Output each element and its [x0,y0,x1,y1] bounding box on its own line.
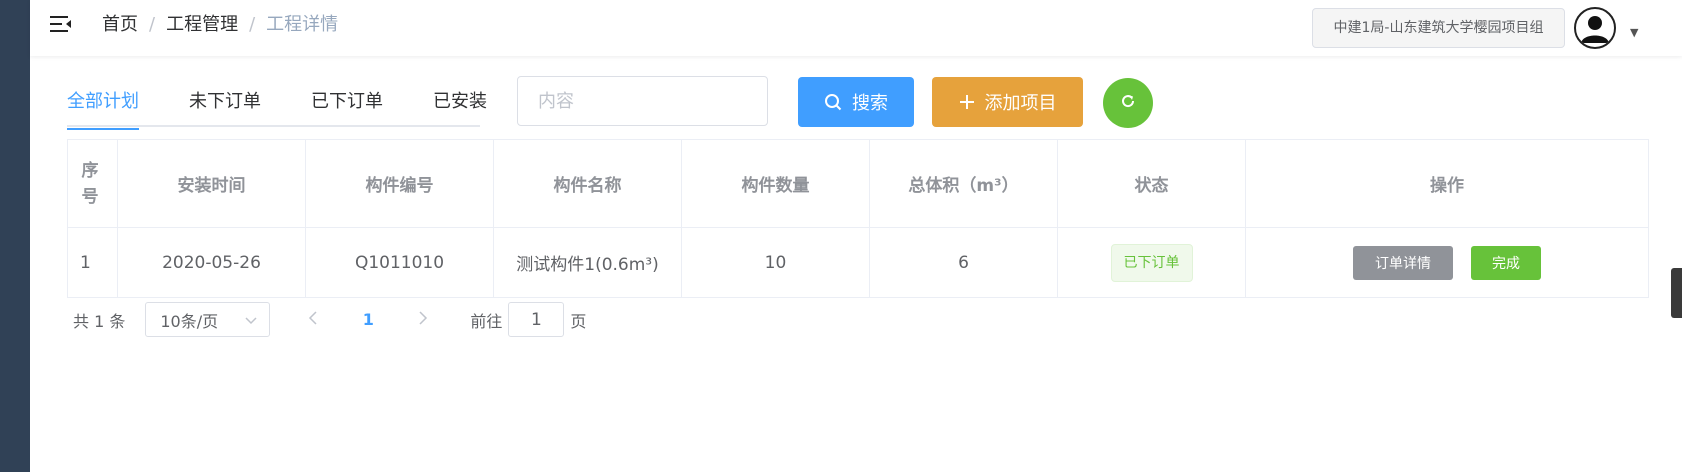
order-detail-button[interactable]: 订单详情 [1353,245,1453,280]
page-number-current[interactable]: 1 [353,310,383,329]
goto-page-input[interactable] [508,302,565,337]
cell-install-date: 2020-05-26 [118,228,306,297]
search-input[interactable] [517,76,768,126]
breadcrumb-project-management[interactable]: 工程管理 [166,14,238,36]
refresh-button[interactable] [1103,78,1153,128]
cell-quantity: 10 [682,228,870,297]
avatar-icon[interactable] [1574,7,1616,49]
add-project-button-label: 添加项目 [984,93,1057,114]
header-index: 序号 [68,140,118,227]
breadcrumb-home[interactable]: 首页 [102,14,138,36]
cell-name: 测试构件1(0.6m³) [494,228,682,297]
tab-ordered[interactable]: 已下订单 [311,82,383,125]
header-name: 构件名称 [494,140,682,227]
arrow-left-icon[interactable] [298,310,328,329]
plan-table: 序号 安装时间 构件编号 构件名称 构件数量 总体积（m³） 状态 操作 1 2… [67,139,1649,298]
tab-all-plans[interactable]: 全部计划 [67,82,139,130]
breadcrumb: 首页 / 工程管理 / 工程详情 [102,14,338,36]
cell-status: 已下订单 [1058,228,1246,297]
search-button-label: 搜索 [852,93,888,114]
cell-code: Q1011010 [306,228,494,297]
page-size-select[interactable]: 10条/页 [145,302,271,337]
hamburger-icon[interactable] [50,14,72,34]
breadcrumb-separator: / [149,14,156,35]
project-selector[interactable]: 中建1局-山东建筑大学樱园项目组 [1312,8,1565,48]
complete-button[interactable]: 完成 [1471,245,1541,280]
table-row: 1 2020-05-26 Q1011010 测试构件1(0.6m³) 10 6 … [68,228,1648,297]
table-header: 序号 安装时间 构件编号 构件名称 构件数量 总体积（m³） 状态 操作 [68,140,1648,228]
header-status: 状态 [1058,140,1246,227]
goto-unit: 页 [570,311,587,331]
goto-label: 前往 [470,311,503,331]
refresh-icon [1120,93,1136,113]
header-actions: 操作 [1430,176,1464,196]
cell-index: 1 [68,228,118,297]
tab-not-ordered[interactable]: 未下订单 [189,82,261,125]
header-code: 构件编号 [306,140,494,227]
breadcrumb-project-detail: 工程详情 [266,14,339,35]
header-quantity: 构件数量 [682,140,870,227]
status-badge: 已下订单 [1110,243,1193,282]
breadcrumb-separator: / [249,14,256,35]
add-project-button[interactable]: 添加项目 [932,77,1083,127]
cell-actions: 订单详情 完成 [1246,228,1648,297]
header-volume: 总体积（m³） [870,140,1058,227]
page-size-value: 10条/页 [160,311,219,331]
search-button[interactable]: 搜索 [798,77,914,127]
side-drawer-handle[interactable] [1671,268,1682,318]
app: 首页 / 工程管理 / 工程详情 中建1局-山东建筑大学樱园项目组 ▼ 全部计划… [0,0,1682,472]
sidebar [0,0,30,472]
pagination: 共 1 条 10条/页 1 前往 页 [73,302,586,337]
cell-volume: 6 [870,228,1058,297]
plus-icon [959,94,975,110]
pagination-total: 共 1 条 [73,311,126,331]
tab-installed[interactable]: 已安装 [433,82,487,125]
header-install-date: 安装时间 [118,140,306,227]
chevron-down-icon [245,310,257,329]
arrow-right-icon[interactable] [408,310,438,329]
search-icon [824,93,842,111]
tab-bar: 全部计划 未下订单 已下订单 已安装 [67,82,487,130]
caret-down-icon[interactable]: ▼ [1630,26,1638,39]
